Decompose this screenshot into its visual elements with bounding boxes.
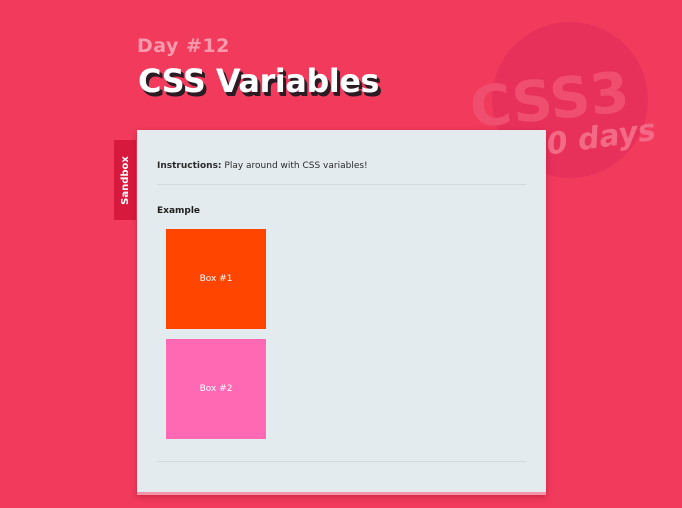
divider-top	[157, 184, 526, 185]
box-2: Box #2	[166, 339, 266, 439]
box-1-label: Box #1	[199, 274, 233, 284]
sandbox-tab-label: Sandbox	[119, 155, 131, 205]
box-1: Box #1	[166, 229, 266, 329]
divider-bottom	[157, 461, 526, 462]
sandbox-tab[interactable]: Sandbox	[114, 140, 136, 220]
instructions-label: Instructions:	[157, 161, 222, 171]
example-heading: Example	[157, 206, 201, 216]
page-title: CSS Variables	[138, 62, 379, 100]
instructions: Instructions: Play around with CSS varia…	[157, 161, 368, 171]
box-2-label: Box #2	[199, 384, 233, 394]
instructions-text: Play around with CSS variables!	[221, 161, 368, 171]
sandbox-card: Instructions: Play around with CSS varia…	[137, 130, 546, 495]
day-label: Day #12	[137, 35, 230, 57]
